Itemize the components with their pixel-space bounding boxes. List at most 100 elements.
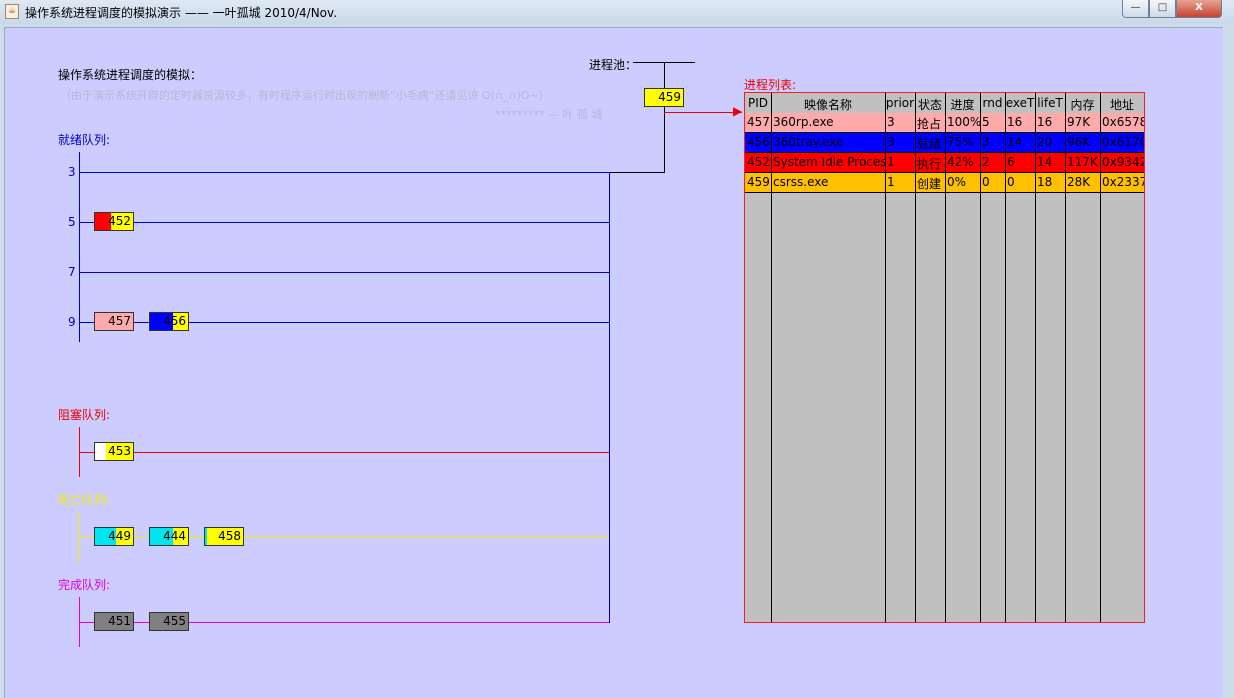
title-bar[interactable]: ☕ 操作系统进程调度的模拟演示 —— 一叶孤城 2010/4/Nov. — □ …	[0, 0, 1234, 24]
pool-process-block[interactable]: 459	[644, 88, 684, 107]
table-cell: 抢占	[917, 117, 942, 131]
column-divider	[1100, 93, 1101, 622]
pool-connector	[664, 107, 665, 172]
priority-label: 5	[68, 215, 76, 229]
java-cup-icon: ☕	[5, 4, 19, 19]
pid-label: 449	[108, 529, 131, 543]
column-header[interactable]: rnd	[980, 96, 1005, 110]
maximize-button[interactable]: □	[1149, 0, 1176, 18]
table-cell: 3	[887, 135, 895, 149]
blocked-queue-label: 阻塞队列:	[58, 408, 111, 422]
column-header[interactable]: 内存	[1065, 96, 1100, 113]
priority-label: 9	[68, 315, 76, 329]
table-cell: 3	[887, 115, 895, 129]
table-cell: 就绪	[917, 137, 942, 151]
table-cell: 456	[747, 135, 770, 149]
app-window: ☕ 操作系统进程调度的模拟演示 —— 一叶孤城 2010/4/Nov. — □ …	[0, 0, 1234, 698]
process-table[interactable]: PID 映像名称 prior 状态 进度 rnd exeT lifeT 内存 地址 457 360r…	[744, 92, 1145, 623]
table-cell: 14	[1037, 155, 1053, 169]
minimize-button[interactable]: —	[1122, 0, 1149, 18]
table-cell: System Idle Process	[773, 155, 885, 169]
column-header[interactable]: 地址	[1100, 96, 1144, 113]
ready-level-line	[79, 222, 609, 223]
table-cell: 执行	[917, 157, 942, 171]
progress-fill	[95, 443, 107, 460]
table-cell: 2	[982, 155, 990, 169]
table-cell: 16	[1007, 115, 1023, 129]
pid-label: 451	[108, 614, 131, 628]
ready-level-line	[79, 272, 609, 273]
column-header[interactable]: prior	[885, 96, 915, 110]
ready-level-line	[79, 172, 609, 173]
dead-process-block[interactable]: 449	[94, 527, 134, 546]
table-cell: 18	[1037, 175, 1053, 189]
blocked-process-block[interactable]: 453	[94, 442, 134, 461]
priority-label: 7	[68, 265, 76, 279]
ready-queue-axis	[79, 152, 80, 342]
table-cell: 96K	[1067, 135, 1091, 149]
pid-label: 452	[108, 214, 131, 228]
column-divider	[915, 93, 916, 622]
column-divider	[945, 93, 946, 622]
column-header[interactable]: exeT	[1005, 96, 1035, 110]
column-divider	[980, 93, 981, 622]
table-cell: 0	[1007, 175, 1015, 189]
finished-process-block[interactable]: 451	[94, 612, 134, 631]
pid-label: 455	[163, 614, 186, 628]
dead-process-block[interactable]: 458	[204, 527, 244, 546]
column-divider	[1065, 93, 1066, 622]
finished-process-block[interactable]: 455	[149, 612, 189, 631]
queue-trunk-line	[609, 172, 610, 623]
column-header[interactable]: 状态	[915, 96, 945, 113]
pool-label: 进程池：	[589, 58, 638, 72]
process-list-label: 进程列表:	[744, 78, 797, 92]
finished-queue-label: 完成队列:	[58, 578, 111, 592]
column-header[interactable]: 映像名称	[771, 96, 885, 113]
pid-label: 444	[163, 529, 186, 543]
column-divider	[771, 93, 772, 622]
ready-process-block[interactable]: 457	[94, 312, 134, 331]
column-header[interactable]: lifeT	[1035, 96, 1065, 110]
table-cell: 0x6170	[1102, 135, 1144, 149]
table-cell: 459	[747, 175, 770, 189]
table-cell: 360tray.exe	[773, 135, 844, 149]
table-cell: 创建	[917, 177, 942, 191]
table-cell: 360rp.exe	[773, 115, 834, 129]
table-cell: 0x2337	[1102, 175, 1144, 189]
pool-stem	[664, 62, 665, 88]
table-cell: 0x6578	[1102, 115, 1144, 129]
column-divider	[885, 93, 886, 622]
table-cell: 1	[887, 155, 895, 169]
column-divider	[1035, 93, 1036, 622]
ready-process-block[interactable]: 452	[94, 212, 134, 231]
table-cell: 100%	[947, 115, 980, 129]
ready-process-block[interactable]: 456	[149, 312, 189, 331]
table-cell: 16	[1037, 115, 1053, 129]
table-cell: 42%	[947, 155, 974, 169]
table-cell: csrss.exe	[773, 175, 829, 189]
arrow-head-icon: ▶	[733, 104, 743, 118]
ready-queue-label: 就绪队列:	[58, 133, 111, 147]
column-header[interactable]: PID	[745, 96, 771, 110]
priority-label: 3	[68, 165, 76, 179]
table-cell: 457	[747, 115, 770, 129]
table-cell: 14	[1007, 135, 1023, 149]
author-signature: ********* — 叶 孤 城	[495, 108, 603, 121]
pid-label: 456	[163, 314, 186, 328]
table-cell: 0%	[947, 175, 967, 189]
dead-process-block[interactable]: 444	[149, 527, 189, 546]
pool-to-ready-line	[609, 172, 665, 173]
blocked-queue-line	[79, 452, 609, 453]
table-cell: 28K	[1067, 175, 1091, 189]
table-cell: 97K	[1067, 115, 1091, 129]
table-cell: 452	[747, 155, 770, 169]
table-cell: 0x9342	[1102, 155, 1144, 169]
close-button[interactable]: X	[1176, 0, 1222, 18]
table-cell: 3	[982, 135, 990, 149]
table-cell: 117K	[1067, 155, 1098, 169]
window-title: 操作系统进程调度的模拟演示 —— 一叶孤城 2010/4/Nov.	[25, 6, 338, 20]
table-cell: 6	[1007, 155, 1015, 169]
column-divider	[1005, 93, 1006, 622]
progress-fill	[205, 528, 207, 545]
column-header[interactable]: 进度	[945, 96, 980, 113]
